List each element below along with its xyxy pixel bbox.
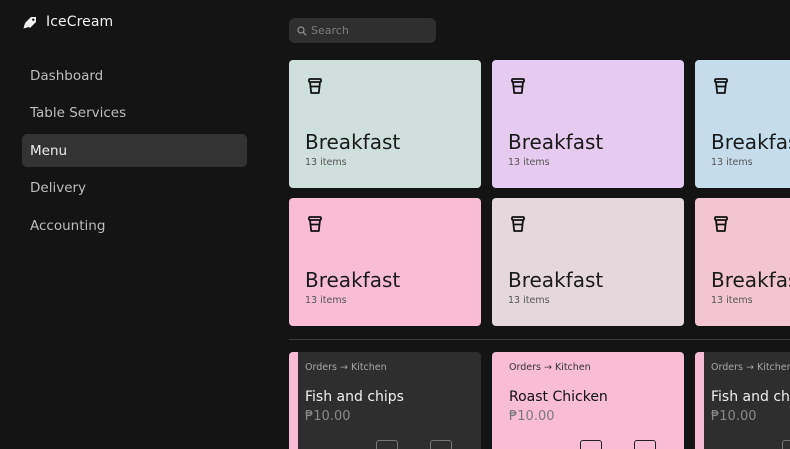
order-item-name: Roast Chicken xyxy=(509,389,608,405)
brand[interactable]: IceCream xyxy=(22,12,113,32)
search-box[interactable] xyxy=(289,18,436,43)
sidebar-item-delivery[interactable]: Delivery xyxy=(22,172,247,205)
order-item-price: ₱10.00 xyxy=(509,409,555,424)
increase-quantity-button[interactable] xyxy=(430,440,452,449)
category-card[interactable]: Breakfast 13 items xyxy=(492,198,684,326)
app-name: IceCream xyxy=(46,14,114,30)
category-title: Breakfast xyxy=(711,268,790,292)
category-item-count: 13 items xyxy=(508,295,550,306)
coffee-cup-icon xyxy=(308,216,322,232)
quantity-stepper[interactable] xyxy=(580,440,656,449)
order-item-price: ₱10.00 xyxy=(711,409,757,424)
sidebar-item-dashboard[interactable]: Dashboard xyxy=(22,59,247,92)
order-route: Orders → Kitchen xyxy=(711,362,790,373)
order-route: Orders → Kitchen xyxy=(305,362,387,373)
category-item-count: 13 items xyxy=(711,157,753,168)
decrease-quantity-button[interactable] xyxy=(580,440,602,449)
category-card[interactable]: Breakfast 13 items xyxy=(695,60,790,188)
sidebar-nav: Dashboard Table Services Menu Delivery A… xyxy=(22,59,247,247)
coffee-cup-icon xyxy=(308,78,322,94)
coffee-cup-icon xyxy=(714,216,728,232)
category-title: Breakfast xyxy=(305,130,401,154)
coffee-cup-icon xyxy=(714,78,728,94)
category-item-count: 13 items xyxy=(711,295,753,306)
increase-quantity-button[interactable] xyxy=(634,440,656,449)
coffee-cup-icon xyxy=(511,78,525,94)
category-title: Breakfast xyxy=(508,130,604,154)
category-title: Breakfast xyxy=(711,130,790,154)
category-card[interactable]: Breakfast 13 items xyxy=(289,60,481,188)
coffee-cup-icon xyxy=(511,216,525,232)
sidebar-item-table-services[interactable]: Table Services xyxy=(22,97,247,130)
sidebar: IceCream Dashboard Table Services Menu D… xyxy=(0,0,268,449)
order-item-price: ₱10.00 xyxy=(305,409,351,424)
category-card[interactable]: Breakfast 13 items xyxy=(492,60,684,188)
decrease-quantity-button[interactable] xyxy=(376,440,398,449)
quantity-stepper[interactable] xyxy=(376,440,452,449)
category-item-count: 13 items xyxy=(508,157,550,168)
sidebar-item-menu[interactable]: Menu xyxy=(22,134,247,167)
category-card[interactable]: Breakfast 13 items xyxy=(289,198,481,326)
search-input[interactable] xyxy=(311,24,431,37)
order-item-name: Fish and chips xyxy=(305,389,404,405)
main-content: Breakfast13 itemsBreakfast13 itemsBreakf… xyxy=(289,0,790,449)
order-route: Orders → Kitchen xyxy=(509,362,591,373)
quantity-stepper[interactable] xyxy=(782,440,790,449)
section-divider xyxy=(289,339,790,340)
search-icon xyxy=(297,25,307,36)
category-item-count: 13 items xyxy=(305,295,347,306)
ice-cream-tag-icon xyxy=(23,17,36,29)
category-title: Breakfast xyxy=(508,268,604,292)
order-card[interactable]: Orders → Kitchen Fish and chips ₱10.00 xyxy=(289,352,481,449)
order-card[interactable]: Orders → Kitchen Roast Chicken ₱10.00 xyxy=(492,352,684,449)
category-card[interactable]: Breakfast 13 items xyxy=(695,198,790,326)
sidebar-item-accounting[interactable]: Accounting xyxy=(22,209,247,242)
order-card[interactable]: Orders → Kitchen Fish and chips ₱10.00 xyxy=(695,352,790,449)
decrease-quantity-button[interactable] xyxy=(782,440,790,449)
order-item-name: Fish and chips xyxy=(711,389,790,405)
category-item-count: 13 items xyxy=(305,157,347,168)
category-title: Breakfast xyxy=(305,268,401,292)
